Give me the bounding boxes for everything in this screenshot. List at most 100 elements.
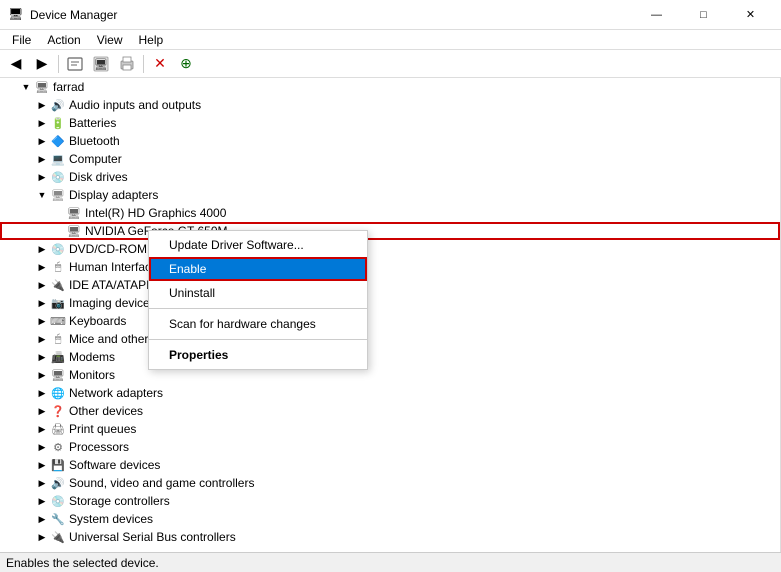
keyboards-icon: ⌨ bbox=[50, 313, 66, 329]
audio-arrow: ▶ bbox=[36, 99, 48, 111]
tree-monitors[interactable]: ▶ 🖥 Monitors bbox=[0, 366, 780, 384]
menu-view[interactable]: View bbox=[89, 31, 131, 49]
usb-arrow: ▶ bbox=[36, 531, 48, 543]
tree-diskdrives[interactable]: ▶ 💿 Disk drives bbox=[0, 168, 780, 186]
minimize-button[interactable]: — bbox=[634, 5, 679, 25]
toolbar-back[interactable]: ◀ bbox=[4, 53, 28, 75]
menu-help[interactable]: Help bbox=[131, 31, 172, 49]
svg-text:🖥: 🖥 bbox=[94, 58, 108, 71]
toolbar-sep2 bbox=[143, 55, 144, 73]
sound-arrow: ▶ bbox=[36, 477, 48, 489]
menu-file[interactable]: File bbox=[4, 31, 39, 49]
toolbar-print[interactable] bbox=[115, 53, 139, 75]
processors-arrow: ▶ bbox=[36, 441, 48, 453]
other-arrow: ▶ bbox=[36, 405, 48, 417]
close-button[interactable]: ✕ bbox=[728, 5, 773, 25]
tree-sound[interactable]: ▶ 🔊 Sound, video and game controllers bbox=[0, 474, 780, 492]
context-uninstall[interactable]: Uninstall bbox=[149, 281, 367, 305]
tree-dvdrom[interactable]: ▶ 💿 DVD/CD-ROM drives bbox=[0, 240, 780, 258]
tree-nvidia[interactable]: ▶ 🖥 NVIDIA GeForce GT 650M bbox=[0, 222, 780, 240]
tree-processors[interactable]: ▶ ⚙ Processors bbox=[0, 438, 780, 456]
tree-audio[interactable]: ▶ 🔊 Audio inputs and outputs bbox=[0, 96, 780, 114]
menu-bar: File Action View Help bbox=[0, 30, 781, 50]
bluetooth-icon: 🔷 bbox=[50, 133, 66, 149]
context-properties[interactable]: Properties bbox=[149, 343, 367, 367]
audio-label: Audio inputs and outputs bbox=[69, 98, 201, 112]
tree-ide[interactable]: ▶ 🔌 IDE ATA/ATAPI controllers bbox=[0, 276, 780, 294]
toolbar-add[interactable]: ⊕ bbox=[174, 53, 198, 75]
storage-label: Storage controllers bbox=[69, 494, 170, 508]
tree-mice[interactable]: ▶ 🖱 Mice and other pointing devices bbox=[0, 330, 780, 348]
tree-displayadapters[interactable]: ▼ 🖥 Display adapters bbox=[0, 186, 780, 204]
displayadapters-icon: 🖥 bbox=[50, 187, 66, 203]
hid-icon: 🖱 bbox=[50, 259, 66, 275]
storage-arrow: ▶ bbox=[36, 495, 48, 507]
usb-icon: 🔌 bbox=[50, 529, 66, 545]
ide-icon: 🔌 bbox=[50, 277, 66, 293]
tree-intelhd[interactable]: ▶ 🖥 Intel(R) HD Graphics 4000 bbox=[0, 204, 780, 222]
menu-action[interactable]: Action bbox=[39, 31, 88, 49]
monitors-arrow: ▶ bbox=[36, 369, 48, 381]
diskdrives-label: Disk drives bbox=[69, 170, 128, 184]
device-tree[interactable]: ▼ 🖥 farrad ▶ 🔊 Audio inputs and outputs … bbox=[0, 78, 781, 552]
computer-label: Computer bbox=[69, 152, 122, 166]
mice-arrow: ▶ bbox=[36, 333, 48, 345]
sound-icon: 🔊 bbox=[50, 475, 66, 491]
tree-bluetooth[interactable]: ▶ 🔷 Bluetooth bbox=[0, 132, 780, 150]
tree-computer[interactable]: ▶ 💻 Computer bbox=[0, 150, 780, 168]
imaging-icon: 📷 bbox=[50, 295, 66, 311]
software-arrow: ▶ bbox=[36, 459, 48, 471]
title-bar-controls: — □ ✕ bbox=[634, 5, 773, 25]
print-label: Print queues bbox=[69, 422, 136, 436]
context-enable[interactable]: Enable bbox=[149, 257, 367, 281]
tree-root[interactable]: ▼ 🖥 farrad bbox=[0, 78, 780, 96]
storage-icon: 💿 bbox=[50, 493, 66, 509]
batteries-arrow: ▶ bbox=[36, 117, 48, 129]
system-icon: 🔧 bbox=[50, 511, 66, 527]
toolbar-update-driver[interactable]: 🖥 bbox=[89, 53, 113, 75]
tree-network[interactable]: ▶ 🌐 Network adapters bbox=[0, 384, 780, 402]
tree-imaging[interactable]: ▶ 📷 Imaging devices bbox=[0, 294, 780, 312]
modems-label: Modems bbox=[69, 350, 115, 364]
context-menu: Update Driver Software... Enable Uninsta… bbox=[148, 230, 368, 370]
tree-storage[interactable]: ▶ 💿 Storage controllers bbox=[0, 492, 780, 510]
hid-arrow: ▶ bbox=[36, 261, 48, 273]
toolbar-properties[interactable] bbox=[63, 53, 87, 75]
title-bar-title: Device Manager bbox=[30, 8, 117, 22]
bluetooth-arrow: ▶ bbox=[36, 135, 48, 147]
tree-keyboards[interactable]: ▶ ⌨ Keyboards bbox=[0, 312, 780, 330]
keyboards-arrow: ▶ bbox=[36, 315, 48, 327]
toolbar-sep1 bbox=[58, 55, 59, 73]
root-arrow: ▼ bbox=[20, 81, 32, 93]
imaging-label: Imaging devices bbox=[69, 296, 156, 310]
ide-arrow: ▶ bbox=[36, 279, 48, 291]
maximize-button[interactable]: □ bbox=[681, 5, 726, 25]
audio-icon: 🔊 bbox=[50, 97, 66, 113]
tree-batteries[interactable]: ▶ 🔋 Batteries bbox=[0, 114, 780, 132]
app-icon: 🖥 bbox=[8, 7, 24, 23]
tree-hid[interactable]: ▶ 🖱 Human Interface Devices bbox=[0, 258, 780, 276]
tree-modems[interactable]: ▶ 📠 Modems bbox=[0, 348, 780, 366]
tree-usb[interactable]: ▶ 🔌 Universal Serial Bus controllers bbox=[0, 528, 780, 546]
processors-label: Processors bbox=[69, 440, 129, 454]
toolbar-forward[interactable]: ▶ bbox=[30, 53, 54, 75]
usb-label: Universal Serial Bus controllers bbox=[69, 530, 236, 544]
print-arrow: ▶ bbox=[36, 423, 48, 435]
sound-label: Sound, video and game controllers bbox=[69, 476, 254, 490]
tree-other[interactable]: ▶ ❓ Other devices bbox=[0, 402, 780, 420]
tree-system[interactable]: ▶ 🔧 System devices bbox=[0, 510, 780, 528]
computer-arrow: ▶ bbox=[36, 153, 48, 165]
modems-icon: 📠 bbox=[50, 349, 66, 365]
main-content: ▼ 🖥 farrad ▶ 🔊 Audio inputs and outputs … bbox=[0, 78, 781, 552]
context-scan[interactable]: Scan for hardware changes bbox=[149, 312, 367, 336]
intelhd-label: Intel(R) HD Graphics 4000 bbox=[85, 206, 226, 220]
tree-software[interactable]: ▶ 💾 Software devices bbox=[0, 456, 780, 474]
context-update-driver[interactable]: Update Driver Software... bbox=[149, 233, 367, 257]
intelhd-icon: 🖥 bbox=[66, 205, 82, 221]
imaging-arrow: ▶ bbox=[36, 297, 48, 309]
toolbar-remove[interactable]: ✕ bbox=[148, 53, 172, 75]
root-label: farrad bbox=[53, 80, 84, 94]
other-label: Other devices bbox=[69, 404, 143, 418]
tree-print[interactable]: ▶ 🖨 Print queues bbox=[0, 420, 780, 438]
software-icon: 💾 bbox=[50, 457, 66, 473]
